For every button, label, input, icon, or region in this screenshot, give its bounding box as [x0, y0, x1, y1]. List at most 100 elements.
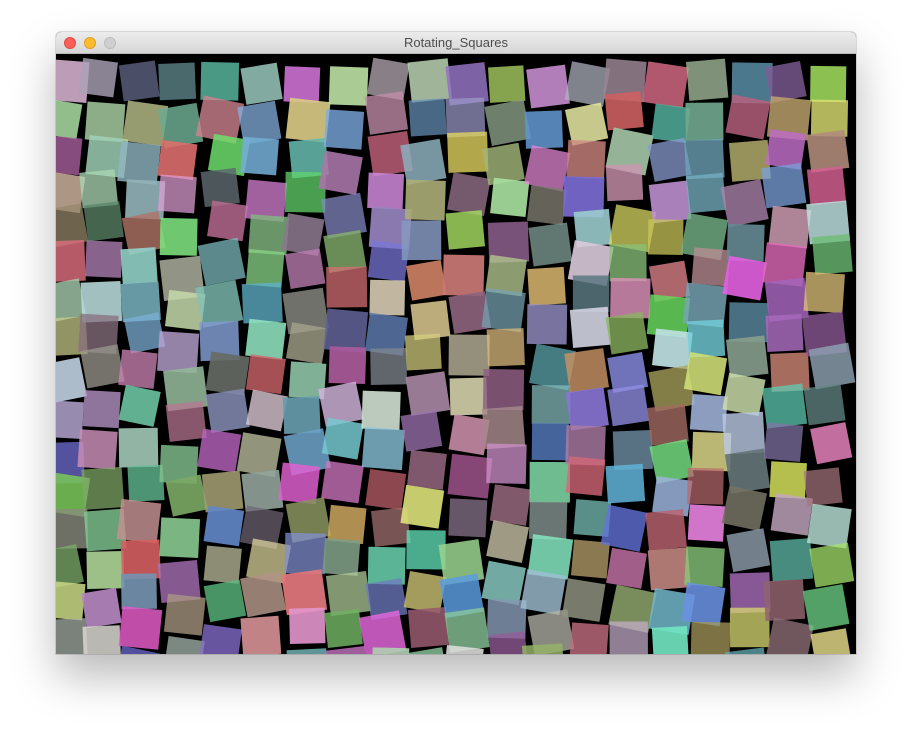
window-title: Rotating_Squares [403, 35, 509, 50]
rotating-square [486, 520, 530, 564]
rotating-square [528, 222, 573, 267]
rotating-square [445, 210, 486, 250]
rotating-square [195, 279, 244, 328]
rotating-square [284, 171, 326, 213]
rotating-square [564, 348, 609, 393]
rotating-square [566, 139, 606, 179]
rotating-square [321, 417, 364, 460]
rotating-square [400, 484, 445, 529]
rotating-square [56, 357, 88, 404]
rotating-square [245, 354, 286, 395]
rotating-square [689, 393, 728, 432]
rotating-square [200, 61, 240, 101]
rotating-square [687, 319, 726, 358]
rotating-square [118, 427, 159, 468]
rotating-square [651, 103, 691, 143]
rotating-square [197, 237, 246, 286]
rotating-square [484, 99, 531, 147]
rotating-square [240, 62, 283, 105]
rotating-square [812, 234, 853, 275]
rotating-square [201, 470, 244, 513]
rotating-square [157, 331, 200, 374]
rotating-square [721, 485, 768, 531]
rotating-square [683, 351, 728, 396]
rotating-square [649, 439, 695, 484]
rotating-square [323, 109, 365, 150]
rotating-square [165, 474, 208, 517]
rotating-square [203, 545, 242, 584]
rotating-square [203, 579, 247, 623]
rotating-square [404, 179, 446, 221]
rotating-square [720, 179, 769, 228]
rotating-square [407, 58, 452, 103]
rotating-square [245, 249, 285, 288]
rotating-square [481, 560, 526, 606]
rotating-square [729, 607, 770, 648]
rotating-square [726, 528, 771, 573]
rotating-square [81, 587, 122, 629]
rotating-square [642, 61, 689, 108]
rotating-square [56, 239, 86, 283]
rotating-square [85, 240, 123, 278]
rotating-square [651, 625, 689, 654]
rotating-square [361, 390, 401, 430]
rotating-square [401, 220, 442, 261]
rotating-square [647, 219, 684, 256]
rotating-square [768, 205, 812, 249]
rotating-square [289, 607, 326, 645]
rotating-square [526, 304, 568, 345]
rotating-square [810, 65, 847, 103]
rotating-square [572, 275, 610, 312]
rotating-square [604, 91, 644, 131]
rotating-square [810, 422, 853, 465]
rotating-square [158, 62, 197, 101]
rotating-square [520, 569, 567, 615]
rotating-square [56, 135, 83, 176]
sketch-canvas[interactable] [56, 54, 856, 654]
title-bar[interactable]: Rotating_Squares [56, 32, 856, 54]
rotating-square [328, 66, 369, 106]
rotating-square [647, 403, 689, 446]
rotating-square [286, 648, 329, 654]
rotating-square [725, 335, 769, 379]
rotating-square [367, 172, 405, 210]
rotating-square [765, 617, 814, 654]
rotating-square [127, 464, 165, 502]
app-window: Rotating_Squares [56, 32, 856, 654]
rotating-square [283, 66, 321, 103]
rotating-square [681, 582, 726, 627]
rotating-square [240, 615, 282, 654]
rotating-square [803, 383, 846, 426]
rotating-square [685, 102, 724, 141]
rotating-square [197, 428, 242, 473]
rotating-square [207, 200, 248, 242]
rotating-square [522, 643, 565, 654]
rotating-square [370, 348, 408, 385]
rotating-square [408, 98, 447, 137]
rotating-square [205, 388, 250, 433]
rotating-square [371, 647, 410, 654]
rotating-square [405, 371, 451, 416]
rotating-square [447, 453, 493, 499]
rotating-square [565, 456, 606, 496]
rotating-square [487, 65, 526, 103]
rotating-square [605, 463, 646, 504]
rotating-square [482, 406, 526, 450]
rotating-square [527, 266, 567, 306]
rotating-square [803, 271, 845, 314]
rotating-square [278, 462, 321, 505]
rotating-square [163, 635, 205, 654]
rotating-square [447, 172, 491, 217]
rotating-square [606, 547, 647, 589]
rotating-square [482, 368, 525, 411]
rotating-square [82, 390, 121, 429]
rotating-square [318, 150, 363, 195]
rotating-square [203, 505, 245, 547]
rotating-square [442, 254, 485, 297]
rotating-square [406, 449, 447, 490]
rotating-square [448, 498, 488, 538]
rotating-square [328, 346, 367, 385]
rotating-square [83, 201, 124, 242]
rotating-square [486, 328, 525, 367]
rotating-square [481, 287, 526, 333]
